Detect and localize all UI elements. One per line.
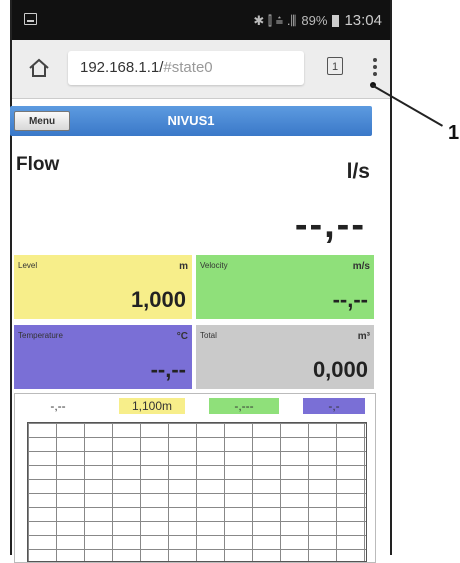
level-value: 1,000 xyxy=(130,287,186,312)
legend-flow: -,-- xyxy=(50,399,66,413)
url-hash: #state0 xyxy=(163,59,213,76)
status-bar: ✱ ⫿ ⩮ .⫼ 89% 13:04 xyxy=(12,0,390,40)
callout-number: 1 xyxy=(448,122,460,144)
velocity-label: Velocity xyxy=(200,261,228,270)
velocity-value: --,-- xyxy=(332,287,368,312)
legend-temperature: -,- xyxy=(303,398,365,414)
battery-percent: 89% xyxy=(301,13,328,28)
address-bar[interactable]: 192.168.1.1/#state0 xyxy=(68,51,304,85)
screenshot-notification-icon xyxy=(24,13,37,25)
temperature-label: Temperature xyxy=(18,331,63,340)
velocity-tile[interactable]: Velocity m/s --,-- xyxy=(196,255,374,319)
total-value: 0,000 xyxy=(312,357,368,382)
total-tile[interactable]: Total m³ 0,000 xyxy=(196,325,374,389)
trend-chart[interactable]: -,-- 1,100m -,--- -,- xyxy=(14,393,376,563)
home-icon[interactable] xyxy=(28,58,50,78)
flow-label: Flow xyxy=(16,154,60,175)
legend-velocity: -,--- xyxy=(209,398,279,414)
battery-icon xyxy=(332,14,340,27)
url-host: 192.168.1.1/ xyxy=(80,59,164,76)
browser-toolbar: 192.168.1.1/#state0 1 xyxy=(12,40,390,99)
signal-icons: ✱ ⫿ ⩮ .⫼ xyxy=(253,12,297,28)
flow-panel: Flow l/s --,-- xyxy=(10,140,372,250)
flow-unit: l/s xyxy=(346,160,370,183)
flow-value: --,-- xyxy=(294,204,366,246)
clock: 13:04 xyxy=(344,12,382,29)
total-label: Total xyxy=(200,331,217,340)
temperature-value: --,-- xyxy=(150,357,186,382)
temperature-unit: °C xyxy=(176,331,188,342)
status-icons: ✱ ⫿ ⩮ .⫼ 89% 13:04 xyxy=(253,12,382,29)
temperature-tile[interactable]: Temperature °C --,-- xyxy=(14,325,192,389)
level-tile[interactable]: Level m 1,000 xyxy=(14,255,192,319)
overflow-menu-icon[interactable] xyxy=(372,58,378,80)
legend-level: 1,100m xyxy=(119,398,185,414)
velocity-unit: m/s xyxy=(352,261,370,272)
total-unit: m³ xyxy=(357,331,370,342)
level-unit: m xyxy=(179,261,188,272)
chart-grid xyxy=(27,422,367,562)
device-title: NIVUS1 xyxy=(167,113,215,128)
tab-switcher-button[interactable]: 1 xyxy=(327,57,343,75)
app-header: Menu NIVUS1 xyxy=(10,106,372,136)
level-label: Level xyxy=(18,261,38,270)
